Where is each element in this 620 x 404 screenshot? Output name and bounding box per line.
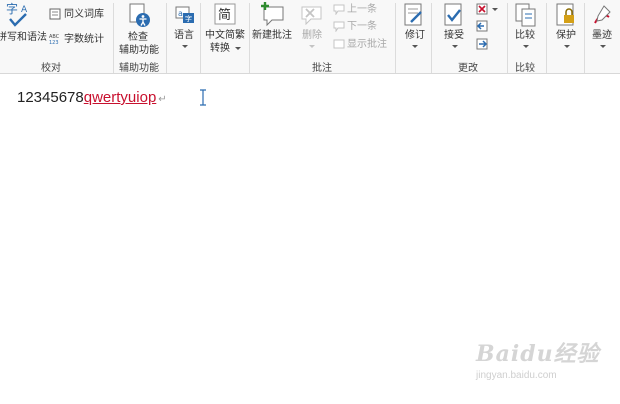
group-separator: [200, 3, 201, 73]
proofing-group-label: 校对: [41, 63, 61, 74]
accessibility-group-label: 辅助功能: [119, 63, 159, 74]
word-count-label: 字数统计: [64, 34, 104, 45]
check-accessibility-label-2: 辅助功能: [119, 45, 159, 56]
thesaurus-label: 同义词库: [64, 9, 104, 20]
svg-text:字: 字: [185, 14, 192, 23]
chevron-down-icon: [452, 45, 458, 48]
changes-group-label: 更改: [458, 63, 478, 74]
protect-document-icon: [556, 3, 574, 26]
chinese-convert-icon: 简: [214, 3, 236, 25]
group-separator: [113, 3, 114, 73]
inserted-text-revision: qwertyuiop: [83, 89, 157, 106]
language-label: 语言: [174, 30, 194, 41]
previous-change-icon: [476, 20, 488, 32]
next-label: 下一条: [347, 21, 377, 32]
show-comments-label: 显示批注: [347, 39, 387, 50]
word-count-icon: ABC 123: [49, 34, 60, 44]
ink-pen-icon: [594, 5, 611, 24]
book-icon: [49, 8, 61, 20]
new-comment-label: 新建批注: [252, 30, 292, 41]
track-changes-icon: [404, 3, 422, 26]
original-text: 12345678: [17, 89, 84, 106]
previous-comment-icon: [333, 4, 345, 15]
comments-group-label: 批注: [312, 63, 332, 74]
show-comments-icon: [333, 39, 345, 49]
chevron-down-icon: [309, 45, 315, 48]
document-paragraph[interactable]: 12345678qwertyuiop ↵: [17, 89, 167, 106]
watermark: Baidu经验 jingyan.baidu.com: [476, 336, 600, 381]
track-changes-label: 修订: [405, 30, 425, 41]
group-separator: [584, 3, 585, 73]
delete-label: 删除: [302, 30, 322, 41]
chevron-down-icon: [182, 45, 188, 48]
protect-label: 保护: [556, 30, 576, 41]
group-separator: [507, 3, 508, 73]
review-ribbon: 字 A 拼写和语法 同义词库 ABC 123 字数统计 校对 检查 辅助功能 辅…: [0, 0, 620, 74]
svg-text:123: 123: [49, 40, 59, 44]
check-accessibility-label-1: 检查: [128, 32, 148, 43]
watermark-brand: Baidu经验: [476, 341, 600, 367]
previous-label: 上一条: [347, 4, 377, 15]
spelling-check-icon: 字 A: [6, 2, 28, 27]
watermark-url: jingyan.baidu.com: [476, 370, 557, 381]
chinese-convert-label-1: 中文简繁: [205, 30, 245, 41]
language-icon: a 字: [175, 6, 194, 23]
svg-text:简: 简: [218, 7, 231, 23]
paragraph-mark: ↵: [158, 94, 167, 105]
group-separator: [431, 3, 432, 73]
group-separator: [166, 3, 167, 73]
reject-icon: [476, 3, 488, 15]
chevron-down-icon: [235, 47, 241, 50]
chevron-down-icon: [564, 45, 570, 48]
new-comment-icon: [261, 2, 284, 27]
chinese-convert-label-2: 转换: [210, 43, 230, 54]
spelling-grammar-label: 拼写和语法: [0, 32, 47, 43]
chevron-down-icon: [523, 45, 529, 48]
ink-label: 墨迹: [592, 30, 612, 41]
accept-icon: [444, 3, 462, 26]
svg-text:A: A: [21, 5, 28, 15]
next-comment-icon: [333, 21, 345, 32]
accept-label: 接受: [444, 30, 464, 41]
group-separator: [546, 3, 547, 73]
compare-label: 比较: [515, 30, 535, 41]
delete-comment-icon: [301, 6, 322, 25]
next-change-icon: [476, 38, 488, 50]
accessibility-check-icon: [129, 3, 150, 27]
group-separator: [395, 3, 396, 73]
compare-group-label: 比较: [515, 63, 535, 74]
svg-text:a: a: [178, 9, 183, 18]
compare-icon: [515, 3, 536, 27]
chevron-down-icon: [492, 8, 498, 11]
chevron-down-icon: [600, 45, 606, 48]
group-separator: [249, 3, 250, 73]
text-cursor-icon: [200, 89, 206, 106]
chevron-down-icon: [412, 45, 418, 48]
svg-text:字: 字: [6, 2, 18, 16]
